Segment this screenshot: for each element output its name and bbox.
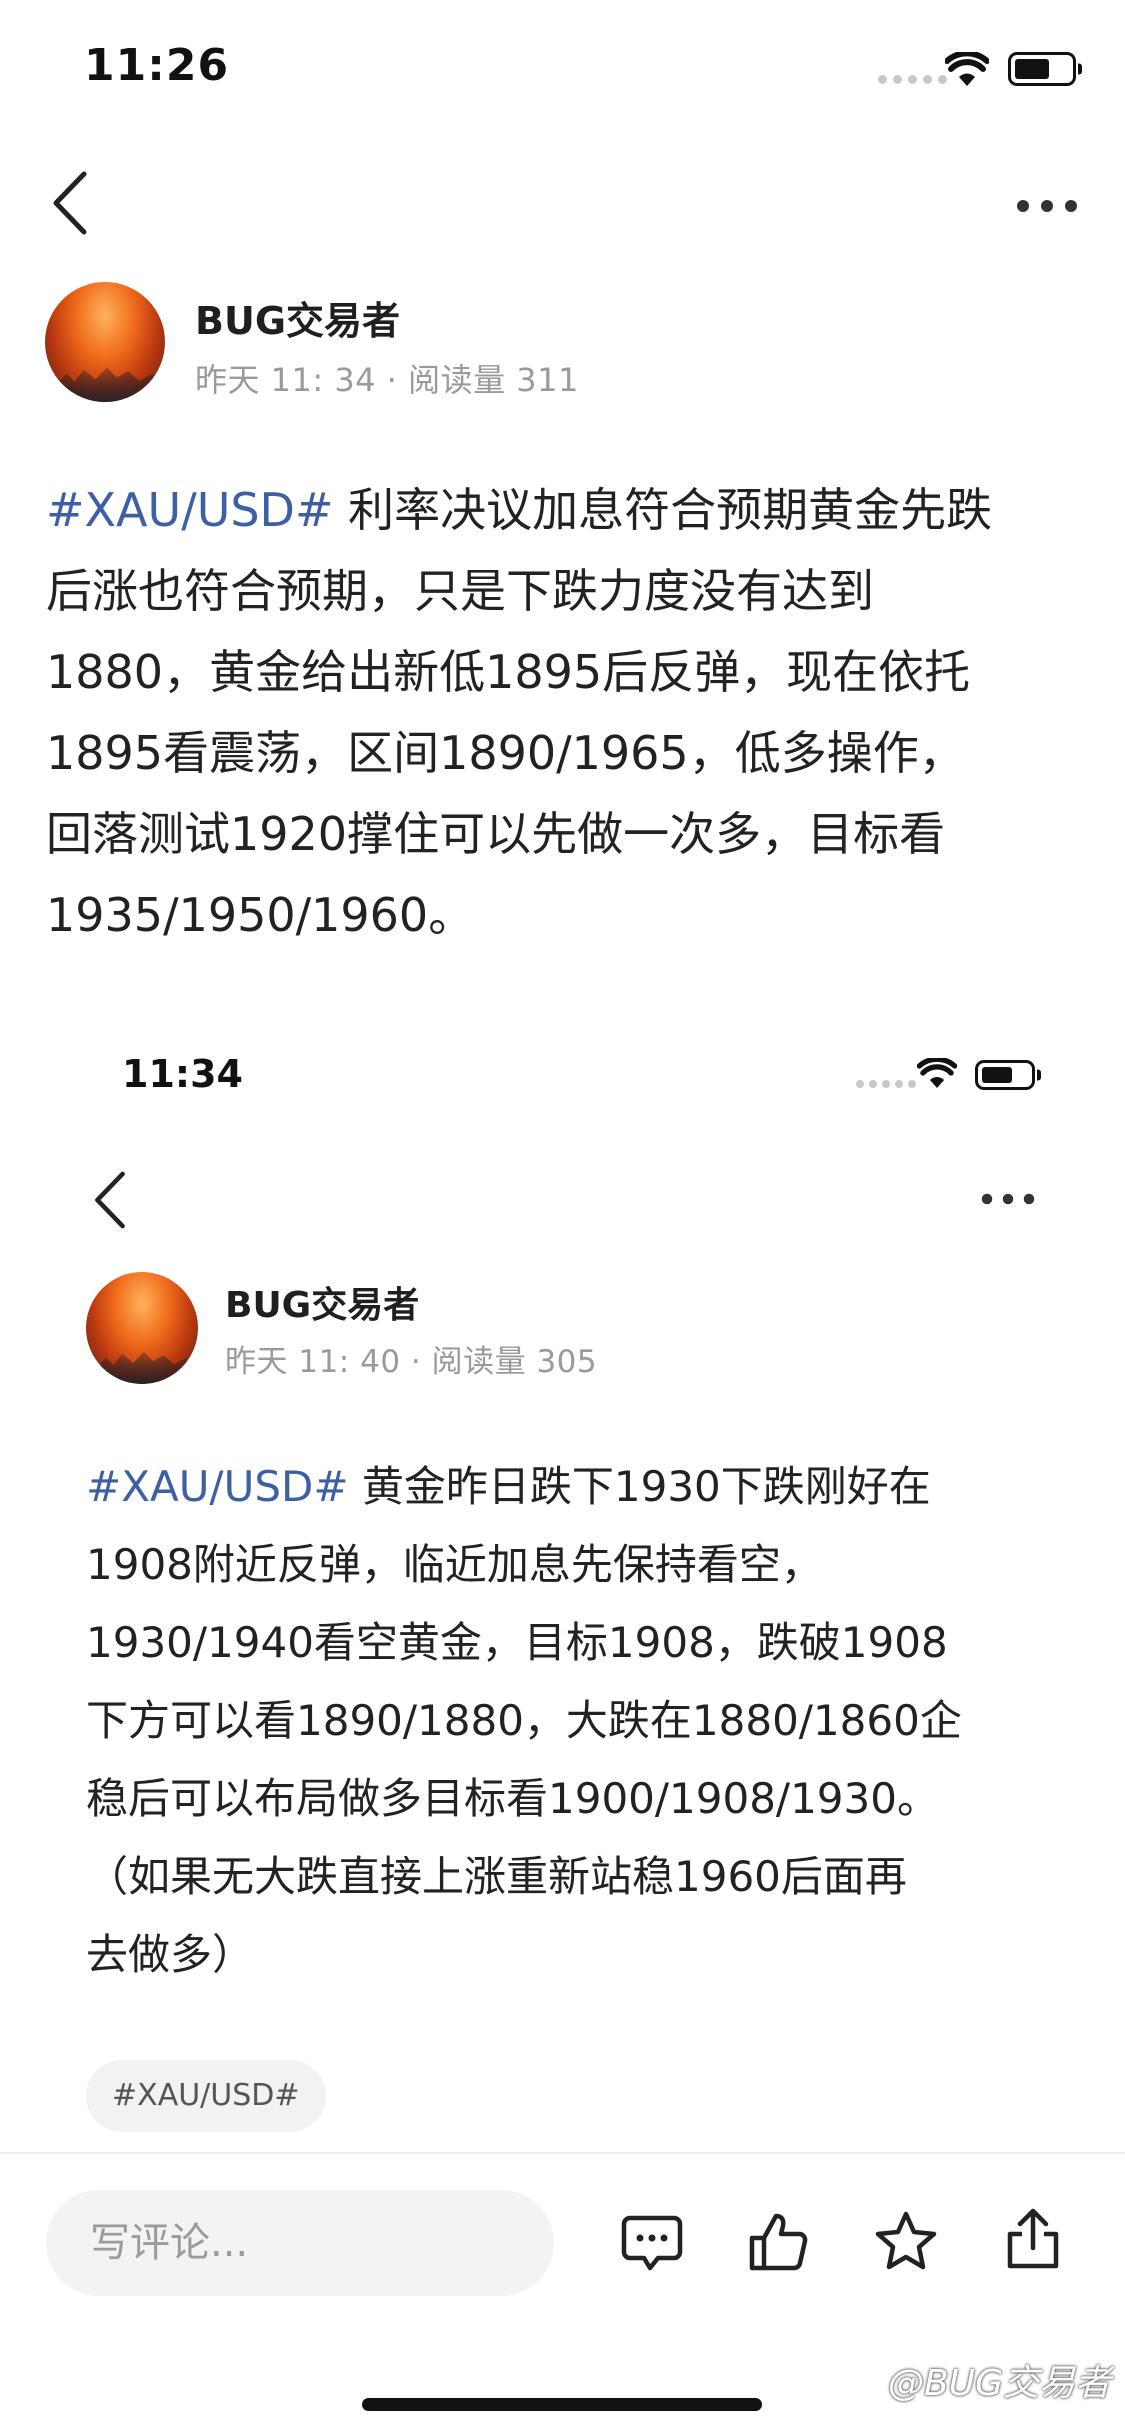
avatar[interactable]	[86, 1272, 198, 1384]
cellular-signal-icon	[856, 1080, 916, 1088]
post-line: 1895看震荡，区间1890/1965，低多操作，	[46, 726, 965, 780]
star-icon	[875, 2211, 937, 2270]
post-meta: 昨天 11: 34 · 阅读量 311	[195, 361, 579, 399]
topic-tag-link[interactable]: #XAU/USD#	[86, 1462, 349, 1511]
status-time-2: 11:34	[122, 1052, 243, 1096]
home-indicator[interactable]	[362, 2398, 762, 2411]
post-line: 1935/1950/1960。	[46, 888, 475, 942]
post-line: 1880，黄金给出新低1895后反弹，现在依托	[46, 645, 971, 699]
share-button[interactable]	[1004, 2206, 1062, 2272]
divider	[0, 2152, 1125, 2154]
status-time: 11:26	[84, 40, 230, 91]
post-line: 去做多）	[86, 1930, 255, 1979]
author-name[interactable]: BUG交易者	[195, 290, 400, 345]
avatar[interactable]	[45, 282, 165, 402]
battery-icon	[975, 1060, 1041, 1090]
like-icon	[749, 2213, 808, 2271]
post-body-2: #XAU/USD# 黄金昨日跌下1930下跌刚好在 1908附近反弹，临近加息先…	[86, 1448, 1106, 1994]
back-button[interactable]	[50, 170, 90, 236]
comment-icon	[621, 2215, 683, 2271]
topic-chip[interactable]: #XAU/USD#	[86, 2060, 326, 2132]
post-meta: 昨天 11: 40 · 阅读量 305	[225, 1344, 598, 1380]
favorite-button[interactable]	[874, 2210, 938, 2272]
wifi-icon	[944, 50, 990, 90]
chevron-left-icon	[95, 1171, 125, 1229]
post-line: #XAU/USD# 黄金昨日跌下1930下跌刚好在	[86, 1462, 931, 1511]
like-button[interactable]	[746, 2210, 810, 2274]
post-line: 1930/1940看空黄金，目标1908，跌破1908	[86, 1618, 948, 1667]
post-line: （如果无大跌直接上涨重新站稳1960后面再	[86, 1852, 907, 1901]
post-line: 下方可以看1890/1880，大跌在1880/1860企	[86, 1696, 962, 1745]
comment-input[interactable]: 写评论...	[46, 2190, 554, 2296]
post-line: 1908附近反弹，临近加息先保持看空，	[86, 1540, 823, 1589]
post-line: #XAU/USD# 利率决议加息符合预期黄金先跌	[46, 483, 993, 537]
share-icon	[1007, 2208, 1059, 2269]
topic-tag-link[interactable]: #XAU/USD#	[46, 483, 334, 537]
post-line: 后涨也符合预期，只是下跌力度没有达到	[46, 564, 874, 618]
cellular-signal-icon	[878, 75, 947, 84]
more-button-2[interactable]	[980, 1192, 1036, 1206]
more-button[interactable]	[1016, 198, 1078, 214]
post-line: 稳后可以布局做多目标看1900/1908/1930。	[86, 1774, 939, 1823]
back-button-2[interactable]	[92, 1170, 128, 1230]
author-name[interactable]: BUG交易者	[225, 1276, 419, 1328]
battery-icon	[1008, 52, 1082, 86]
post-line: 回落测试1920撑住可以先做一次多，目标看	[46, 807, 946, 861]
comment-button[interactable]	[620, 2214, 684, 2274]
watermark: @BUG交易者	[888, 2363, 1111, 2404]
more-dots-icon	[1017, 200, 1077, 212]
post-body: #XAU/USD# 利率决议加息符合预期黄金先跌 后涨也符合预期，只是下跌力度没…	[46, 470, 1106, 956]
more-dots-icon	[981, 1193, 1035, 1205]
wifi-icon	[916, 1056, 958, 1092]
chevron-left-icon	[53, 171, 87, 235]
